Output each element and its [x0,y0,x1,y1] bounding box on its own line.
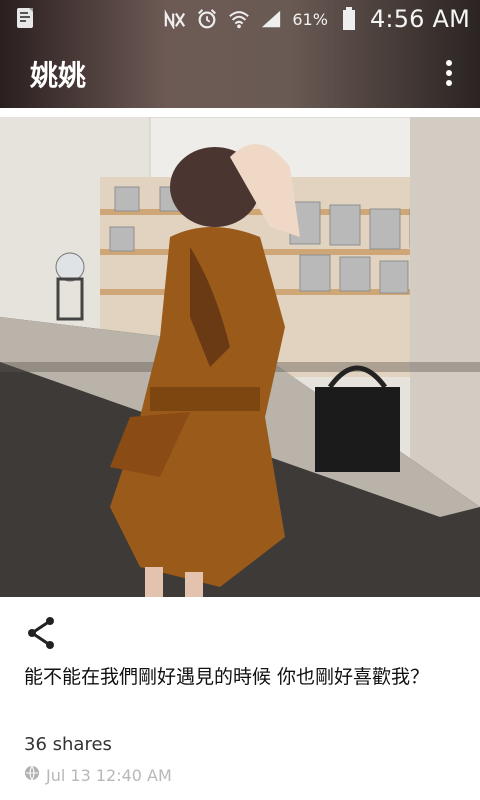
signal-muted-icon [164,8,186,30]
cell-signal-icon [260,8,282,30]
app-bar: 姚姚 [0,38,480,108]
wifi-icon [228,8,250,30]
share-icon [24,617,60,655]
status-icons: 61% 4:56 AM [164,4,470,34]
globe-icon [24,765,40,785]
post-caption: 能不能在我們剛好遇見的時候 你也剛好喜歡我？ [24,666,430,688]
shares-count[interactable]: 36 shares [24,734,112,755]
battery-icon [338,7,360,30]
post-photo[interactable] [0,117,480,597]
notification-icon [14,6,40,32]
share-button[interactable] [24,615,64,655]
page-title: 姚姚 [30,59,87,92]
status-bar: 61% 4:56 AM [0,0,480,38]
top-header: 61% 4:56 AM 姚姚 [0,0,480,108]
more-vert-icon[interactable] [436,52,462,94]
clock: 4:56 AM [369,5,470,33]
battery-percent: 61% [292,9,328,29]
post-meta: Jul 13 12:40 AM [24,765,172,785]
alarm-icon [196,8,218,30]
post-timestamp: Jul 13 12:40 AM [46,765,172,785]
